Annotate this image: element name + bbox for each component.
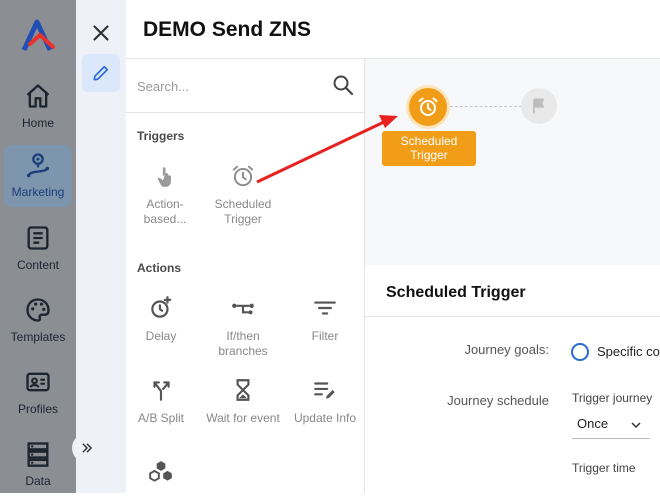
edit-list-icon: [314, 382, 335, 399]
hand-pointer-icon: [157, 167, 171, 187]
nav-item-data[interactable]: Data: [4, 434, 72, 496]
trigger-scheduled[interactable]: Scheduled Trigger: [204, 163, 282, 227]
app-logo[interactable]: [20, 18, 56, 54]
split-icon: [153, 381, 170, 401]
nav-item-marketing[interactable]: Marketing: [4, 145, 72, 207]
scheduled-trigger-node[interactable]: [409, 88, 447, 126]
action-ab-split[interactable]: A/B Split: [122, 377, 200, 426]
nav-item-templates[interactable]: Templates: [4, 290, 72, 352]
journey-goals-option-label: Specific co: [597, 344, 660, 359]
action-more[interactable]: [122, 459, 200, 485]
alarm-clock-icon: [232, 165, 254, 187]
journey-canvas[interactable]: Scheduled Trigger: [365, 59, 660, 265]
nav-item-profiles[interactable]: Profiles: [4, 362, 72, 424]
action-wait-for-event[interactable]: Wait for event: [204, 377, 282, 426]
trigger-details-panel: Scheduled Trigger Journey goals: Specifi…: [365, 265, 660, 493]
action-delay[interactable]: Delay: [122, 295, 200, 344]
close-icon[interactable]: [88, 20, 114, 46]
action-label: A/B Split: [137, 411, 185, 425]
element-palette: Search... Triggers Action-based... Sched…: [126, 59, 365, 493]
page-title: DEMO Send ZNS: [143, 18, 312, 41]
actions-heading: Actions: [137, 261, 182, 275]
journey-goals-label: Journey goals:: [464, 342, 549, 357]
filter-icon: [314, 301, 336, 315]
hexagon-group-icon: [149, 461, 172, 482]
trigger-journey-value: Once: [577, 416, 609, 431]
content-icon: [27, 226, 49, 250]
nav-item-label: Home: [21, 116, 54, 130]
action-filter[interactable]: Filter: [286, 295, 364, 344]
nav-item-label: Templates: [10, 330, 66, 344]
flag-icon: [533, 98, 544, 114]
timer-plus-icon: [151, 296, 172, 318]
home-icon: [26, 84, 50, 108]
nav-item-label: Content: [16, 258, 60, 272]
expand-nav-button[interactable]: [72, 433, 102, 463]
alarm-clock-icon: [418, 97, 438, 116]
search-icon[interactable]: [331, 73, 355, 97]
pencil-icon: [93, 65, 109, 81]
hourglass-icon: [236, 379, 250, 401]
action-label: If/then branches: [218, 329, 268, 358]
search-input[interactable]: Search...: [137, 79, 189, 94]
nav-item-label: Data: [25, 474, 51, 488]
action-update-info[interactable]: Update Info: [286, 377, 364, 426]
action-if-then[interactable]: If/then branches: [204, 295, 282, 359]
double-chevron-right-icon: [82, 443, 93, 453]
nav-item-home[interactable]: Home: [4, 76, 72, 138]
journey-schedule-label: Journey schedule: [447, 393, 549, 408]
node-label[interactable]: Scheduled Trigger: [382, 131, 476, 166]
branch-icon: [232, 303, 254, 315]
details-title: Scheduled Trigger: [386, 284, 526, 301]
trigger-action-based[interactable]: Action-based...: [126, 163, 204, 227]
nav-item-label: Marketing: [11, 185, 65, 199]
trigger-journey-select[interactable]: Once: [572, 409, 650, 439]
main-nav: Home Marketing Content Templates Profile…: [0, 0, 76, 493]
action-label: Filter: [311, 329, 339, 343]
trigger-label: Scheduled Trigger: [214, 197, 272, 226]
chevron-down-icon: [631, 422, 641, 429]
palette-icon: [26, 298, 50, 322]
marketing-icon: [26, 153, 50, 178]
profile-card-icon: [26, 372, 50, 392]
trigger-label: Action-based...: [143, 197, 187, 226]
nav-item-label: Profiles: [17, 402, 58, 416]
trigger-journey-label: Trigger journey: [572, 391, 653, 405]
trigger-time-label: Trigger time: [572, 461, 636, 475]
triggers-heading: Triggers: [137, 129, 185, 143]
nav-item-content[interactable]: Content: [4, 218, 72, 280]
end-node[interactable]: [521, 88, 557, 124]
editor-rail: [76, 0, 126, 493]
database-icon: [27, 442, 49, 467]
action-label: Delay: [145, 329, 177, 343]
action-label: Wait for event: [206, 411, 280, 425]
journey-goals-radio[interactable]: [571, 343, 589, 361]
action-label: Update Info: [293, 411, 357, 425]
search-divider: [126, 112, 365, 113]
details-divider: [365, 316, 660, 317]
edit-mode-button[interactable]: [82, 54, 120, 92]
connector-line: [450, 106, 522, 107]
